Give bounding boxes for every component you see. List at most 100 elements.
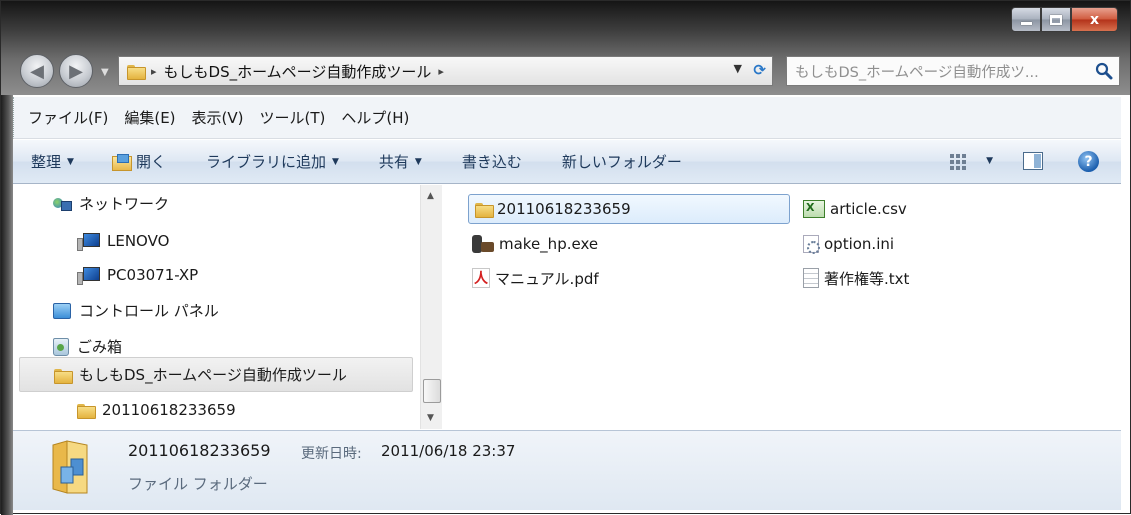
chevron-down-icon[interactable]: ▼	[734, 62, 742, 75]
breadcrumb-separator-icon[interactable]: ▸	[438, 65, 444, 78]
computer-icon	[77, 232, 100, 251]
network-icon	[53, 196, 72, 212]
search-input[interactable]: もしもDS_ホームページ自動作成ツ...	[786, 56, 1120, 86]
add-to-library-button[interactable]: ライブラリに追加 ▼	[206, 151, 339, 172]
file-name: 20110618233659	[497, 200, 631, 218]
details-modified-value: 2011/06/18 23:37	[381, 442, 516, 460]
recent-pages-dropdown[interactable]: ▼	[101, 67, 113, 79]
open-icon	[111, 153, 132, 171]
help-icon[interactable]: ?	[1078, 151, 1099, 172]
file-name: option.ini	[824, 235, 895, 253]
nav-item-label: 20110618233659	[102, 400, 236, 419]
maximize-icon	[1050, 14, 1062, 25]
open-button[interactable]: 開く	[111, 151, 166, 172]
navigation-pane: ネットワーク LENOVO PC03071-XP コントロール パネル ごみ箱 …	[13, 185, 443, 429]
arrow-right-icon: ▶	[69, 60, 83, 82]
folder-icon	[54, 368, 73, 384]
window-controls: x	[1011, 7, 1118, 32]
title-bar: x ◀ ▶ ▼ ▸ もしもDS_ホームページ自動作成ツール ▸ ▼ ⟳ もしもD…	[1, 1, 1130, 95]
file-name: 著作権等.txt	[824, 269, 910, 288]
close-button[interactable]: x	[1071, 7, 1118, 32]
menu-file[interactable]: ファイル(F)	[28, 107, 108, 128]
share-button[interactable]: 共有 ▼	[379, 151, 422, 172]
txt-icon	[803, 268, 819, 288]
nav-item-network[interactable]: ネットワーク	[53, 187, 169, 220]
recycle-bin-icon	[53, 337, 69, 356]
details-pane: 20110618233659 更新日時: 2011/06/18 23:37 ファ…	[13, 430, 1121, 510]
file-list: 20110618233659 make_hp.exe マニュアル.pdf art…	[446, 185, 1121, 429]
scroll-down-icon[interactable]: ▼	[427, 413, 434, 423]
organize-label: 整理	[31, 153, 62, 171]
share-label: 共有	[378, 153, 409, 171]
close-icon: x	[1089, 11, 1100, 28]
folder-icon	[475, 202, 494, 218]
chevron-down-icon[interactable]: ▼	[986, 156, 993, 166]
nav-item-label: ネットワーク	[79, 195, 170, 213]
control-panel-icon	[53, 302, 71, 319]
folder-thumbnail-icon	[52, 440, 88, 494]
nav-item-label: LENOVO	[107, 231, 170, 250]
chevron-down-icon: ▼	[331, 156, 339, 167]
computer-icon	[77, 266, 100, 285]
file-item-ini[interactable]: option.ini	[803, 229, 894, 259]
file-item-exe[interactable]: make_hp.exe	[472, 229, 598, 259]
folder-icon	[77, 403, 96, 419]
pdf-icon	[472, 268, 490, 288]
open-label: 開く	[135, 153, 166, 171]
burn-button[interactable]: 書き込む	[462, 151, 522, 172]
details-item-type: ファイル フォルダー	[128, 475, 268, 493]
maximize-button[interactable]	[1041, 7, 1071, 32]
burn-label: 書き込む	[461, 153, 522, 171]
folder-icon	[127, 64, 146, 80]
menu-tools[interactable]: ツール(T)	[260, 107, 326, 128]
file-item-pdf[interactable]: マニュアル.pdf	[472, 263, 599, 293]
minimize-icon	[1020, 22, 1032, 25]
refresh-icon[interactable]: ⟳	[753, 61, 766, 79]
nav-item-control-panel[interactable]: コントロール パネル	[53, 294, 219, 327]
breadcrumb-current[interactable]: もしもDS_ホームページ自動作成ツール	[164, 61, 432, 82]
exe-icon	[472, 235, 494, 253]
view-options-icon[interactable]	[950, 154, 966, 170]
minimize-button[interactable]	[1011, 7, 1041, 32]
scroll-up-icon[interactable]: ▲	[427, 191, 434, 201]
nav-item-pc03071-xp[interactable]: PC03071-XP	[77, 258, 198, 291]
file-item-csv[interactable]: article.csv	[803, 194, 907, 224]
command-bar: 整理 ▼ 開く ライブラリに追加 ▼ 共有 ▼ 書き込む 新しいフォルダー ▼ ?	[13, 140, 1121, 184]
forward-button[interactable]: ▶	[59, 54, 93, 88]
nav-item-label: ごみ箱	[77, 338, 123, 356]
new-folder-button[interactable]: 新しいフォルダー	[562, 151, 682, 172]
chevron-down-icon: ▼	[67, 156, 74, 167]
ini-icon	[803, 235, 820, 254]
nav-item-label: コントロール パネル	[79, 302, 219, 320]
explorer-window: x ◀ ▶ ▼ ▸ もしもDS_ホームページ自動作成ツール ▸ ▼ ⟳ もしもD…	[0, 0, 1131, 515]
details-modified-label: 更新日時:	[301, 446, 362, 462]
menu-help[interactable]: ヘルプ(H)	[341, 107, 409, 128]
nav-item-subfolder[interactable]: 20110618233659	[77, 393, 236, 426]
nav-item-lenovo[interactable]: LENOVO	[77, 224, 169, 257]
search-placeholder: もしもDS_ホームページ自動作成ツ...	[795, 64, 1039, 81]
menu-bar: ファイル(F) 編集(E) 表示(V) ツール(T) ヘルプ(H)	[13, 97, 1121, 139]
file-item-txt[interactable]: 著作権等.txt	[803, 263, 909, 293]
window-frame	[1, 95, 13, 515]
menu-edit[interactable]: 編集(E)	[124, 107, 175, 128]
chevron-down-icon: ▼	[414, 156, 422, 167]
file-name: make_hp.exe	[499, 235, 599, 253]
preview-pane-icon[interactable]	[1023, 152, 1043, 170]
nav-item-label: PC03071-XP	[107, 265, 199, 284]
scroll-thumb[interactable]	[423, 379, 441, 403]
arrow-left-icon: ◀	[30, 60, 44, 82]
back-button[interactable]: ◀	[20, 54, 54, 88]
file-name: article.csv	[830, 200, 907, 218]
address-bar[interactable]: ▸ もしもDS_ホームページ自動作成ツール ▸ ▼ ⟳	[118, 56, 773, 86]
nav-scrollbar[interactable]: ▲ ▼	[420, 185, 442, 429]
nav-item-label: もしもDS_ホームページ自動作成ツール	[79, 366, 347, 384]
details-item-name: 20110618233659	[128, 441, 271, 460]
add-to-library-label: ライブラリに追加	[205, 153, 326, 171]
breadcrumb-separator-icon[interactable]: ▸	[151, 65, 157, 78]
menu-view[interactable]: 表示(V)	[192, 107, 244, 128]
organize-button[interactable]: 整理 ▼	[31, 151, 74, 172]
file-item-folder[interactable]: 20110618233659	[468, 194, 790, 224]
file-name: マニュアル.pdf	[495, 269, 599, 288]
search-icon[interactable]	[1095, 62, 1113, 80]
nav-item-current-folder[interactable]: もしもDS_ホームページ自動作成ツール	[19, 357, 413, 392]
